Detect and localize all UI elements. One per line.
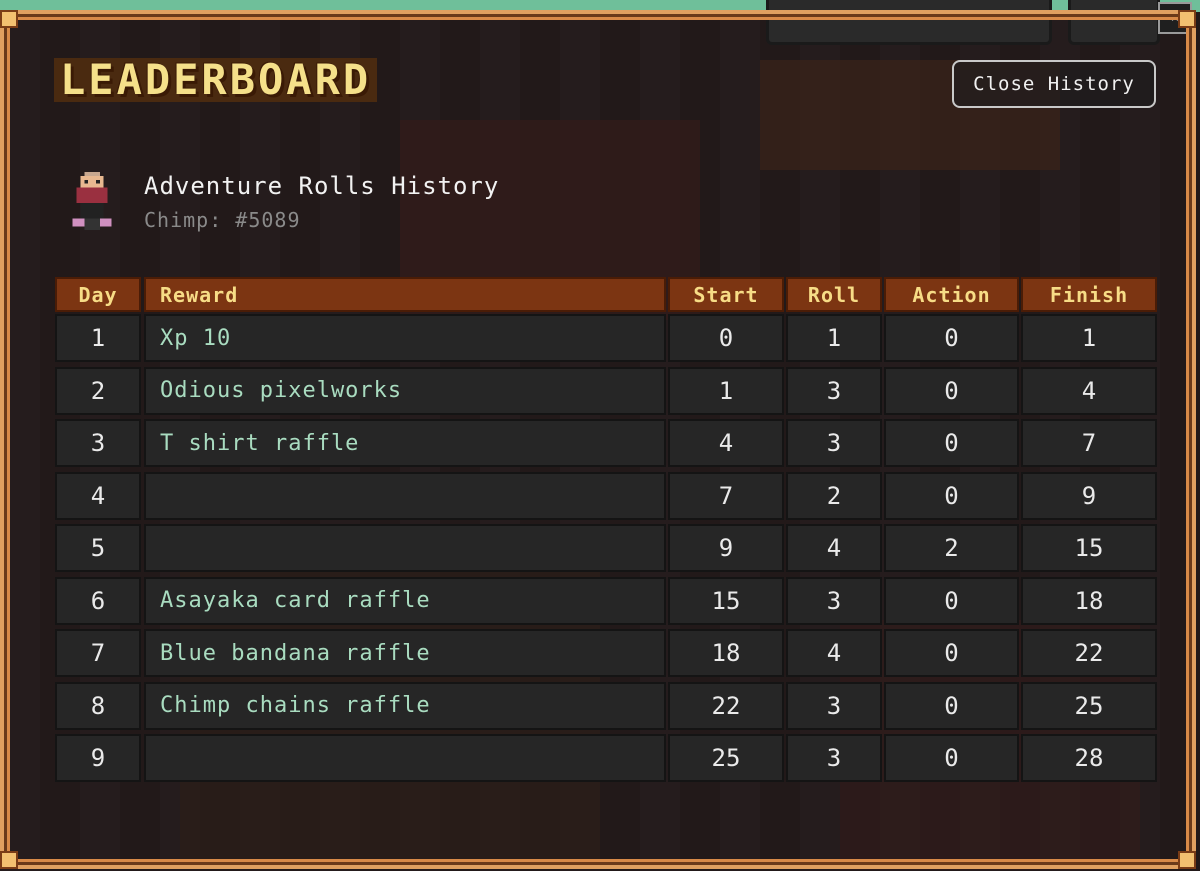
cell-start: 7: [668, 471, 784, 520]
cell-finish: 4: [1021, 366, 1157, 415]
cell-action: 0: [884, 629, 1019, 677]
column-header-roll: Roll: [786, 277, 882, 312]
cell-roll: 1: [786, 314, 882, 362]
cell-reward: [144, 524, 666, 572]
page-title: LEADERBOARD: [54, 58, 378, 102]
cell-finish: 18: [1021, 576, 1157, 625]
cell-reward: Blue bandana raffle: [144, 629, 666, 677]
column-header-start: Start: [668, 277, 784, 312]
frame-corner: [1178, 851, 1196, 869]
cell-start: 1: [668, 366, 784, 415]
cell-day: 5: [55, 524, 141, 572]
frame-corner: [1178, 10, 1196, 28]
cell-roll: 4: [786, 524, 882, 572]
cell-start: 25: [668, 734, 784, 782]
frame-corner: [0, 851, 18, 869]
column-header-reward: Reward: [144, 277, 666, 312]
close-history-button[interactable]: Close History: [952, 60, 1156, 108]
frame-corner: [0, 10, 18, 28]
table-row: 2 Odious pixelworks 1 3 0 4: [55, 366, 1157, 417]
cell-roll: 3: [786, 734, 882, 782]
cell-action: 0: [884, 734, 1019, 782]
cell-finish: 9: [1021, 471, 1157, 520]
cell-reward: T shirt raffle: [144, 419, 666, 467]
cell-day: 4: [55, 471, 141, 520]
cell-start: 4: [668, 419, 784, 467]
table-row: 4 7209: [55, 471, 1157, 522]
cell-reward: Xp 10: [144, 314, 666, 362]
cell-roll: 3: [786, 366, 882, 415]
cell-finish: 28: [1021, 734, 1157, 782]
cell-finish: 7: [1021, 419, 1157, 467]
cell-finish: 25: [1021, 681, 1157, 730]
column-header-action: Action: [884, 277, 1019, 312]
cell-action: 2: [884, 524, 1019, 572]
table-row: 9 25 3 0 28: [55, 734, 1157, 784]
cell-finish: 15: [1021, 524, 1157, 572]
cell-roll: 3: [786, 681, 882, 730]
cell-action: 0: [884, 681, 1019, 730]
table-row: 3T shirt raffle 4 3 0 7: [55, 419, 1157, 469]
column-header-day: Day: [55, 277, 141, 312]
cell-action: 0: [884, 366, 1019, 415]
cell-finish: 1: [1021, 314, 1157, 362]
cell-action: 0: [884, 576, 1019, 625]
cell-reward: Odious pixelworks: [144, 366, 666, 415]
cell-finish: 22: [1021, 629, 1157, 677]
cell-action: 0: [884, 471, 1019, 520]
table-row: 1 Xp 10 0 1 0 1: [55, 314, 1157, 364]
cell-day: 6: [55, 576, 141, 625]
cell-roll: 4: [786, 629, 882, 677]
table-row: 5 9 4 2 15: [55, 524, 1157, 574]
cell-roll: 2: [786, 471, 882, 520]
cell-day: 7: [55, 629, 141, 677]
cell-action: 0: [884, 314, 1019, 362]
cell-action: 0: [884, 419, 1019, 467]
cell-roll: 3: [786, 576, 882, 625]
column-header-finish: Finish: [1021, 277, 1157, 312]
cell-reward: [144, 471, 666, 520]
cell-start: 18: [668, 629, 784, 677]
table-row: 7 Blue bandana raffle 18 4 0 22: [55, 629, 1157, 679]
cell-day: 1: [55, 314, 141, 362]
table-row: 6 Asayaka card raffle 15 3 0 18: [55, 576, 1157, 627]
cell-start: 15: [668, 576, 784, 625]
chimp-avatar: [72, 172, 112, 231]
cell-start: 22: [668, 681, 784, 730]
table-row: 8 Chimp chains raffle 22 3 0 25: [55, 681, 1157, 732]
history-title: Adventure Rolls History: [144, 172, 500, 200]
cell-start: 9: [668, 524, 784, 572]
cell-reward: [144, 734, 666, 782]
cell-reward: Chimp chains raffle: [144, 681, 666, 730]
cell-reward: Asayaka card raffle: [144, 576, 666, 625]
cell-day: 9: [55, 734, 141, 782]
cell-day: 2: [55, 366, 141, 415]
cell-day: 3: [55, 419, 141, 467]
cell-day: 8: [55, 681, 141, 730]
cell-roll: 3: [786, 419, 882, 467]
chimp-id: Chimp: #5089: [144, 208, 301, 232]
cell-start: 0: [668, 314, 784, 362]
